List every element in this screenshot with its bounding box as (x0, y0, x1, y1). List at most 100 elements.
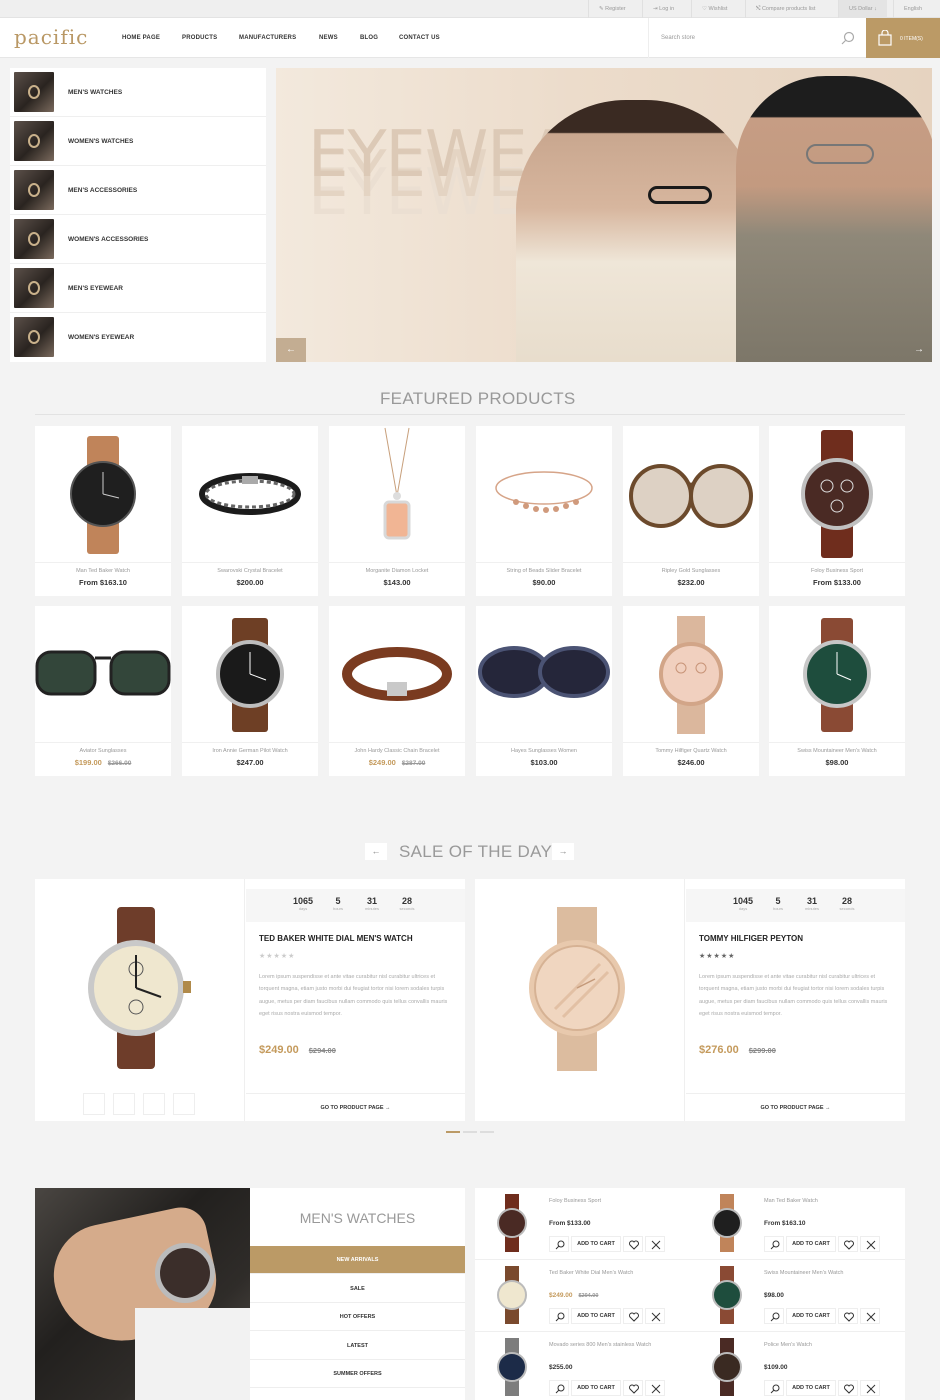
product-card[interactable]: Swarovski Crystal Bracelet $200.00 (182, 426, 318, 596)
go-to-product-link[interactable]: GO TO PRODUCT PAGE → (686, 1093, 905, 1121)
product-image[interactable] (35, 606, 171, 742)
nav-manufacturers[interactable]: MANUFACTURERS (239, 35, 296, 41)
product-name[interactable]: Swiss Mountaineer Men's Watch (769, 748, 905, 754)
currency-select[interactable]: US Dollar ↓ (838, 0, 887, 18)
product-name[interactable]: Iron Annie German Pilot Watch (182, 748, 318, 754)
product-name[interactable]: Aviator Sunglasses (35, 748, 171, 754)
deal-title[interactable]: TED BAKER WHITE DIAL MEN'S WATCH (259, 934, 413, 943)
quick-view-button[interactable] (764, 1236, 784, 1252)
tab-sale[interactable]: SALE (250, 1275, 465, 1303)
language-select[interactable]: English (893, 0, 932, 18)
go-to-product-link[interactable]: GO TO PRODUCT PAGE → (246, 1093, 465, 1121)
nav-contact[interactable]: CONTACT US (399, 35, 440, 41)
product-name[interactable]: Foloy Business Sport (769, 568, 905, 574)
product-image[interactable] (476, 606, 612, 742)
product-name[interactable]: Foloy Business Sport (549, 1198, 601, 1204)
login-link[interactable]: ⇥ Log in (642, 0, 684, 18)
add-to-cart-button[interactable]: ADD TO CART (786, 1236, 836, 1252)
register-link[interactable]: ✎ Register (588, 0, 636, 18)
product-image[interactable] (623, 426, 759, 562)
quick-view-button[interactable] (764, 1308, 784, 1324)
product-card[interactable]: Aviator Sunglasses $199.00 $266.00 (35, 606, 171, 776)
product-image[interactable] (623, 606, 759, 742)
product-card[interactable]: Morganite Diamon Locket $143.00 (329, 426, 465, 596)
product-name[interactable]: Police Men's Watch (764, 1342, 812, 1348)
tab-summer-offers[interactable]: SUMMER OFFERS (250, 1360, 465, 1388)
nav-products[interactable]: PRODUCTS (182, 35, 217, 41)
hero-slider[interactable]: EYEWEAR EYEWEAR EYEWEAR (276, 68, 932, 362)
deal-image[interactable] (475, 879, 685, 1121)
tab-hot-offers[interactable]: HOT OFFERS (250, 1303, 465, 1331)
add-to-cart-button[interactable]: ADD TO CART (571, 1380, 621, 1396)
compare-button[interactable] (860, 1380, 880, 1396)
product-image[interactable] (708, 1192, 746, 1254)
search-input[interactable]: Search store (661, 35, 695, 41)
add-to-wishlist-button[interactable] (838, 1236, 858, 1252)
product-image[interactable] (329, 426, 465, 562)
product-card[interactable]: Ripley Gold Sunglasses $232.00 (623, 426, 759, 596)
add-to-wishlist-button[interactable] (623, 1308, 643, 1324)
deal-title[interactable]: TOMMY HILFIGER PEYTON (699, 934, 803, 943)
product-card[interactable]: Man Ted Baker Watch From $163.10 (35, 426, 171, 596)
product-card[interactable]: Foloy Business Sport From $133.00 (769, 426, 905, 596)
nav-blog[interactable]: BLOG (360, 35, 378, 41)
deal-image[interactable] (35, 879, 245, 1121)
deal-thumbnail[interactable] (113, 1093, 135, 1115)
product-name[interactable]: Ted Baker White Dial Men's Watch (549, 1270, 633, 1276)
product-name[interactable]: Ripley Gold Sunglasses (623, 568, 759, 574)
deal-thumbnail[interactable] (83, 1093, 105, 1115)
carousel-dot[interactable] (463, 1131, 477, 1133)
slider-next-button[interactable]: → (906, 338, 932, 362)
search-icon[interactable] (841, 31, 855, 50)
add-to-cart-button[interactable]: ADD TO CART (571, 1236, 621, 1252)
product-name[interactable]: Man Ted Baker Watch (764, 1198, 818, 1204)
category-womens-accessories[interactable]: WOMEN'S ACCESSORIES (10, 215, 266, 264)
nav-news[interactable]: NEWS (319, 35, 338, 41)
product-image[interactable] (769, 426, 905, 562)
product-image[interactable] (493, 1336, 531, 1398)
product-name[interactable]: Tommy Hilfiger Quartz Watch (623, 748, 759, 754)
tab-latest[interactable]: LATEST (250, 1332, 465, 1360)
category-mens-watches[interactable]: MEN'S WATCHES (10, 68, 266, 117)
category-womens-eyewear[interactable]: WOMEN'S EYEWEAR (10, 313, 266, 362)
quick-view-button[interactable] (764, 1380, 784, 1396)
carousel-dot-active[interactable] (446, 1131, 460, 1133)
product-card[interactable]: Iron Annie German Pilot Watch $247.00 (182, 606, 318, 776)
compare-button[interactable] (860, 1236, 880, 1252)
product-card[interactable]: Tommy Hilfiger Quartz Watch $246.00 (623, 606, 759, 776)
product-card[interactable]: Hayes Sunglasses Women $103.00 (476, 606, 612, 776)
carousel-dot[interactable] (480, 1131, 494, 1133)
product-name[interactable]: Swiss Mountaineer Men's Watch (764, 1270, 843, 1276)
logo[interactable]: pacific (14, 25, 88, 49)
category-mens-accessories[interactable]: MEN'S ACCESSORIES (10, 166, 266, 215)
product-card[interactable]: Swiss Mountaineer Men's Watch $98.00 (769, 606, 905, 776)
product-image[interactable] (35, 426, 171, 562)
mens-watches-banner[interactable] (35, 1188, 250, 1400)
slider-prev-button[interactable]: ← (276, 338, 306, 362)
product-image[interactable] (708, 1336, 746, 1398)
product-name[interactable]: Movado series 800 Men's stainless Watch (549, 1342, 651, 1348)
wishlist-link[interactable]: ♡ Wishlist (691, 0, 737, 18)
deal-prev-button[interactable]: ← (365, 843, 387, 860)
deal-next-button[interactable]: → (552, 843, 574, 860)
product-card[interactable]: John Hardy Classic Chain Bracelet $249.00… (329, 606, 465, 776)
compare-button[interactable] (645, 1308, 665, 1324)
add-to-wishlist-button[interactable] (623, 1236, 643, 1252)
add-to-cart-button[interactable]: ADD TO CART (786, 1380, 836, 1396)
deal-thumbnail[interactable] (143, 1093, 165, 1115)
product-image[interactable] (493, 1264, 531, 1326)
product-image[interactable] (182, 426, 318, 562)
nav-home[interactable]: HOME PAGE (122, 35, 160, 41)
compare-button[interactable] (860, 1308, 880, 1324)
add-to-wishlist-button[interactable] (838, 1380, 858, 1396)
category-mens-eyewear[interactable]: MEN'S EYEWEAR (10, 264, 266, 313)
compare-link[interactable]: ⤭ Compare products list (745, 0, 825, 18)
product-name[interactable]: String of Beads Slider Bracelet (476, 568, 612, 574)
product-image[interactable] (708, 1264, 746, 1326)
product-image[interactable] (329, 606, 465, 742)
product-image[interactable] (476, 426, 612, 562)
search-box[interactable]: Search store (648, 18, 866, 58)
tab-new-arrivals[interactable]: NEW ARRIVALS (250, 1246, 465, 1274)
compare-button[interactable] (645, 1380, 665, 1396)
deal-thumbnail[interactable] (173, 1093, 195, 1115)
